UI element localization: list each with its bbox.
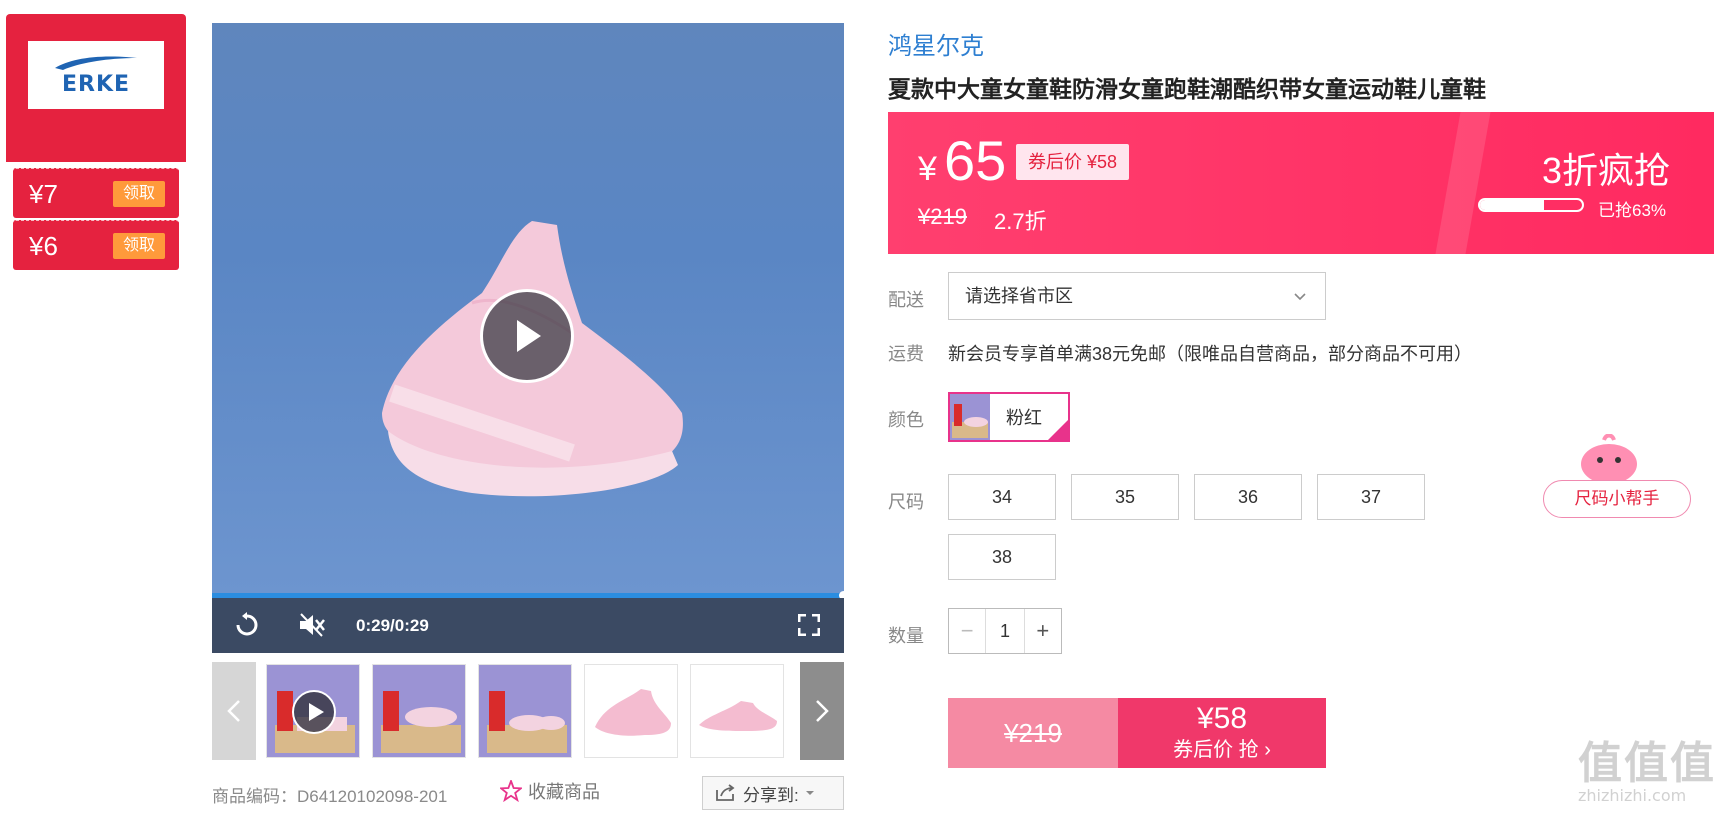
video-frame[interactable] xyxy=(212,23,844,593)
quantity-label: 数量 xyxy=(888,626,924,646)
product-sku: 商品编码：D64120102098-201 xyxy=(212,787,448,806)
video-player[interactable]: 0:29/0:29 xyxy=(212,23,848,653)
promo-label: 3折疯抢 xyxy=(1541,150,1670,191)
after-coupon-price: 券后价 ¥58 xyxy=(1016,144,1130,180)
mute-icon[interactable] xyxy=(298,612,326,638)
thumbnail-video[interactable] xyxy=(266,664,360,758)
thumbnail-5[interactable] xyxy=(690,664,784,758)
thumbnail-strip xyxy=(212,662,844,760)
buy-action-label: 券后价 抢 › xyxy=(1173,739,1271,761)
thumbnail-2[interactable] xyxy=(372,664,466,758)
share-dropdown[interactable]: 分享到: xyxy=(702,776,844,810)
color-option-pink[interactable]: 粉红 xyxy=(948,392,1070,442)
delivery-label: 配送 xyxy=(888,290,924,310)
favorite-button[interactable]: 收藏商品 xyxy=(500,778,600,804)
buy-button[interactable]: ¥219 ¥58 券后价 抢 › xyxy=(948,698,1326,768)
size-option-36[interactable]: 36 xyxy=(1194,474,1302,520)
sold-progress-bar xyxy=(1478,198,1584,212)
quantity-increase-button[interactable]: + xyxy=(1023,609,1061,653)
thumb-prev-button[interactable] xyxy=(212,662,256,760)
quantity-stepper: − 1 + xyxy=(948,608,1062,654)
replay-icon[interactable] xyxy=(234,612,260,638)
star-icon xyxy=(500,780,522,802)
favorite-label: 收藏商品 xyxy=(528,782,600,802)
erke-logo: ERKE xyxy=(28,41,164,109)
coupon-6[interactable]: ¥6 领取 xyxy=(13,220,179,270)
size-label: 尺码 xyxy=(888,492,924,512)
share-label: 分享到: xyxy=(743,785,799,805)
shoe-side-thumbnail-icon xyxy=(699,701,777,731)
color-label: 颜色 xyxy=(888,410,924,430)
size-helper-mascot-icon xyxy=(1581,434,1637,484)
thumb-next-button[interactable] xyxy=(800,662,844,760)
coupon-claim-button[interactable]: 领取 xyxy=(113,181,165,207)
video-controls: 0:29/0:29 xyxy=(212,598,844,653)
coupon-7[interactable]: ¥7 领取 xyxy=(13,168,179,218)
coupon-claim-button[interactable]: 领取 xyxy=(113,233,165,259)
color-name: 粉红 xyxy=(1006,408,1042,428)
sold-progress-fill xyxy=(1480,200,1545,210)
chevron-left-icon xyxy=(227,700,240,722)
watermark-logo: 值值值 xyxy=(1578,738,1716,789)
chevron-right-icon xyxy=(816,700,829,722)
product-title: 夏款中大童女童鞋防滑女童跑鞋潮酷织带女童运动鞋儿童鞋 xyxy=(888,76,1486,102)
shoe-side-thumbnail-icon xyxy=(595,689,671,736)
quantity-value[interactable]: 1 xyxy=(986,609,1023,653)
video-time: 0:29/0:29 xyxy=(356,616,429,635)
coupon-amount: ¥7 xyxy=(29,179,58,209)
play-button[interactable] xyxy=(480,289,574,383)
buy-original-price: ¥219 xyxy=(948,698,1118,768)
discount-rate: 2.7折 xyxy=(994,209,1047,234)
color-swatch-image xyxy=(950,394,990,440)
thumbnail-4[interactable] xyxy=(584,664,678,758)
original-price: ¥219 xyxy=(918,204,967,229)
banner-decoration xyxy=(1435,112,1491,254)
brand-swoosh-icon xyxy=(55,55,137,70)
thumbnail-3[interactable] xyxy=(478,664,572,758)
shoe-tray-thumbnail-icon xyxy=(381,691,461,753)
site-watermark: 值值值 zhizhizhi.com xyxy=(1578,738,1716,806)
shipping-label: 运费 xyxy=(888,344,924,364)
shoe-tray-thumbnail-icon xyxy=(487,691,567,753)
thumbnail-play-button[interactable] xyxy=(292,690,336,734)
buy-price: ¥58 xyxy=(1196,702,1248,735)
coupon-amount: ¥6 xyxy=(29,231,58,261)
chevron-down-icon xyxy=(1293,273,1307,319)
shipping-info: 新会员专享首单满38元免邮（限唯品自营商品，部分商品不可用） xyxy=(948,344,1473,364)
size-helper-button[interactable]: 尺码小帮手 xyxy=(1543,480,1691,518)
play-icon xyxy=(517,320,541,352)
sold-percent: 已抢63% xyxy=(1598,201,1667,220)
play-icon xyxy=(309,703,324,721)
caret-down-icon xyxy=(805,791,814,795)
share-icon xyxy=(716,784,735,801)
current-price: 65 xyxy=(944,129,1007,192)
size-option-38[interactable]: 38 xyxy=(948,534,1056,580)
currency-symbol: ¥ xyxy=(918,150,937,188)
brand-link[interactable]: 鸿星尔克 xyxy=(888,26,984,61)
region-select[interactable]: 请选择省市区 xyxy=(948,272,1326,320)
region-select-value: 请选择省市区 xyxy=(965,286,1073,306)
price-banner: ¥ 65 券后价 ¥58 ¥219 2.7折 3折疯抢 已抢63% xyxy=(888,112,1714,254)
size-option-37[interactable]: 37 xyxy=(1317,474,1425,520)
size-option-34[interactable]: 34 xyxy=(948,474,1056,520)
brand-logo-text: ERKE xyxy=(61,71,131,97)
brand-panel-notch xyxy=(6,134,186,162)
selected-check-icon xyxy=(1048,420,1068,440)
size-option-35[interactable]: 35 xyxy=(1071,474,1179,520)
buy-now-button[interactable]: ¥58 券后价 抢 › xyxy=(1118,698,1326,768)
fullscreen-icon[interactable] xyxy=(798,614,820,636)
quantity-decrease-button[interactable]: − xyxy=(949,609,987,653)
